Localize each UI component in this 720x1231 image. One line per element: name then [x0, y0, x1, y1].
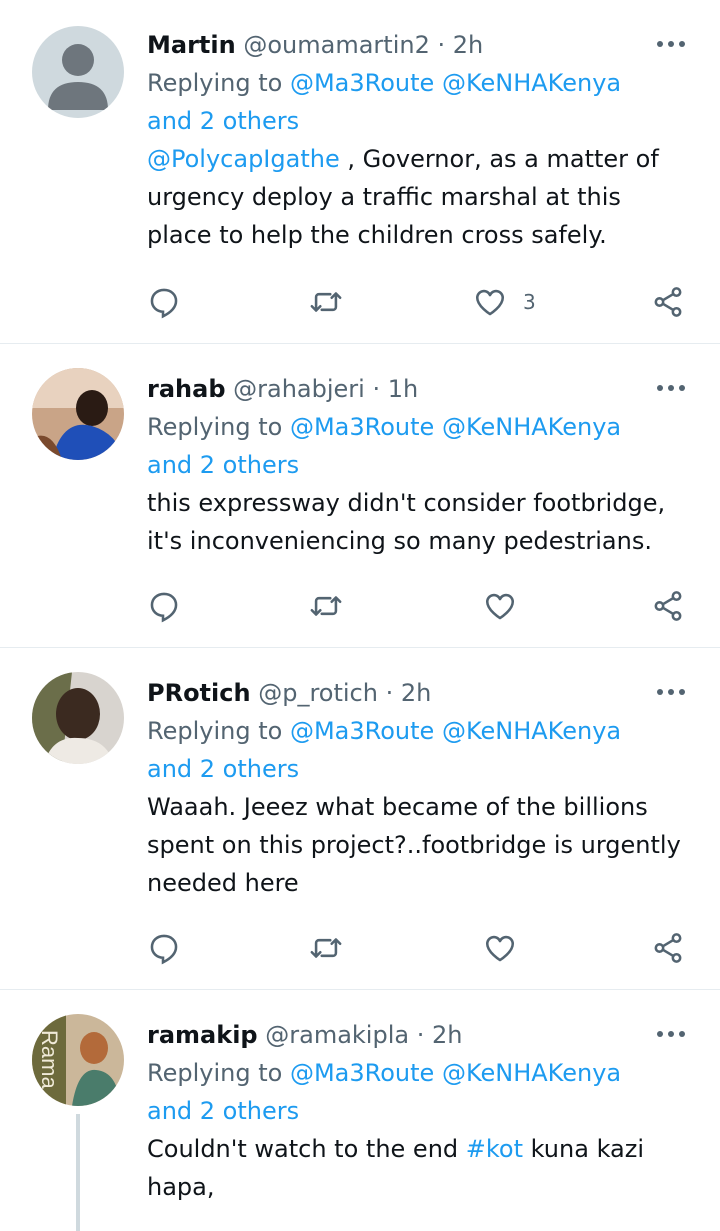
share-button[interactable] — [651, 928, 685, 968]
like-button[interactable] — [483, 928, 517, 968]
replying-to: Replying to @Ma3Route @KeNHAKenya and 2 … — [147, 408, 686, 484]
tweet[interactable]: Martin @oumamartin2 · 2h Replying to @Ma… — [0, 0, 720, 344]
tweet-header: PRotich @p_rotich · 2h — [147, 676, 686, 710]
replying-to-label: Replying to — [147, 1059, 283, 1087]
reply-icon — [150, 934, 178, 965]
avatar[interactable]: Rama — [32, 1014, 124, 1106]
reply-icon — [150, 592, 178, 623]
mention-link[interactable]: @Ma3Route — [290, 413, 434, 441]
share-button[interactable] — [651, 282, 685, 322]
replying-to: Replying to @Ma3Route @KeNHAKenya and 2 … — [147, 712, 686, 788]
tweet-text: Waaah. Jeeez what became of the billions… — [147, 793, 681, 897]
user-photo: Rama — [32, 1014, 124, 1106]
heart-icon — [485, 935, 515, 962]
mention-link[interactable]: @KeNHAKenya — [442, 1059, 621, 1087]
retweet-button[interactable] — [309, 586, 343, 626]
mention-link[interactable]: @KeNHAKenya — [442, 413, 621, 441]
separator-dot: · — [372, 375, 381, 403]
display-name[interactable]: ramakip — [147, 1021, 258, 1049]
mention-link[interactable]: @Ma3Route — [290, 1059, 434, 1087]
like-button[interactable]: 3 — [473, 282, 536, 322]
hashtag-link[interactable]: #kot — [466, 1135, 523, 1163]
separator-dot: · — [437, 31, 446, 59]
user-handle[interactable]: @p_rotich — [258, 679, 378, 707]
user-handle[interactable]: @rahabjeri — [233, 375, 365, 403]
mention-link[interactable]: @Ma3Route — [290, 69, 434, 97]
more-options-icon[interactable] — [656, 682, 686, 702]
separator-dot: · — [416, 1021, 425, 1049]
user-photo — [32, 672, 124, 764]
avatar[interactable] — [32, 672, 124, 764]
replying-to: Replying to @Ma3Route @KeNHAKenya and 2 … — [147, 64, 686, 140]
retweet-icon — [310, 938, 342, 958]
tweet-actions: 3 — [147, 282, 686, 322]
more-options-icon[interactable] — [656, 1024, 686, 1044]
mention-link[interactable]: @Ma3Route — [290, 717, 434, 745]
more-options-icon[interactable] — [656, 34, 686, 54]
reply-button[interactable] — [147, 586, 181, 626]
replying-to: Replying to @Ma3Route @KeNHAKenya and 2 … — [147, 1054, 686, 1130]
tweet-text: this expressway didn't consider footbrid… — [147, 489, 666, 555]
tweet-header: rahab @rahabjeri · 1h — [147, 372, 686, 406]
timestamp[interactable]: 2h — [453, 31, 483, 59]
replying-to-label: Replying to — [147, 413, 283, 441]
mention-link[interactable]: @KeNHAKenya — [442, 717, 621, 745]
share-icon — [654, 591, 682, 621]
tweet-header: ramakip @ramakipla · 2h — [147, 1018, 686, 1052]
tweet-actions — [147, 586, 686, 626]
share-icon — [654, 287, 682, 317]
tweet[interactable]: PRotich @p_rotich · 2h Replying to @Ma3R… — [0, 648, 720, 990]
share-button[interactable] — [651, 586, 685, 626]
like-count: 3 — [523, 290, 536, 314]
user-handle[interactable]: @ramakipla — [265, 1021, 409, 1049]
retweet-button[interactable] — [309, 928, 343, 968]
tweet-text: Couldn't watch to the end #kot kuna kazi… — [147, 1130, 686, 1206]
reply-button[interactable] — [147, 282, 181, 322]
reply-icon — [150, 288, 178, 319]
others-link[interactable]: and 2 others — [147, 451, 299, 479]
share-icon — [654, 933, 682, 963]
others-link[interactable]: and 2 others — [147, 755, 299, 783]
heart-icon — [475, 289, 505, 316]
retweet-icon — [310, 292, 342, 312]
avatar[interactable] — [32, 26, 124, 118]
like-button[interactable] — [483, 586, 517, 626]
tweet-text-body: Couldn't watch to the end — [147, 1135, 466, 1163]
timestamp[interactable]: 1h — [388, 375, 418, 403]
tweet[interactable]: rahab @rahabjeri · 1h Replying to @Ma3Ro… — [0, 344, 720, 648]
user-handle[interactable]: @oumamartin2 — [243, 31, 430, 59]
replying-to-label: Replying to — [147, 69, 283, 97]
display-name[interactable]: Martin — [147, 31, 236, 59]
others-link[interactable]: and 2 others — [147, 1097, 299, 1125]
heart-icon — [485, 593, 515, 620]
more-options-icon[interactable] — [656, 378, 686, 398]
mention-link[interactable]: @KeNHAKenya — [442, 69, 621, 97]
retweet-icon — [310, 596, 342, 616]
mention-link[interactable]: @PolycapIgathe — [147, 145, 340, 173]
tweet-actions — [147, 928, 686, 968]
thread-line — [76, 1114, 80, 1231]
display-name[interactable]: PRotich — [147, 679, 251, 707]
tweet-header: Martin @oumamartin2 · 2h — [147, 28, 686, 62]
others-link[interactable]: and 2 others — [147, 107, 299, 135]
reply-button[interactable] — [147, 928, 181, 968]
avatar[interactable] — [32, 368, 124, 460]
replying-to-label: Replying to — [147, 717, 283, 745]
tweet-text: @PolycapIgathe , Governor, as a matter o… — [147, 140, 686, 254]
display-name[interactable]: rahab — [147, 375, 226, 403]
timestamp[interactable]: 2h — [432, 1021, 462, 1049]
retweet-button[interactable] — [309, 282, 343, 322]
avatar-text: Rama — [37, 1030, 62, 1089]
separator-dot: · — [385, 679, 394, 707]
timestamp[interactable]: 2h — [401, 679, 431, 707]
default-avatar-icon — [32, 26, 124, 118]
user-photo — [32, 368, 124, 460]
tweet[interactable]: Rama ramakip @ramakipla · 2h Replying to… — [0, 990, 720, 1231]
